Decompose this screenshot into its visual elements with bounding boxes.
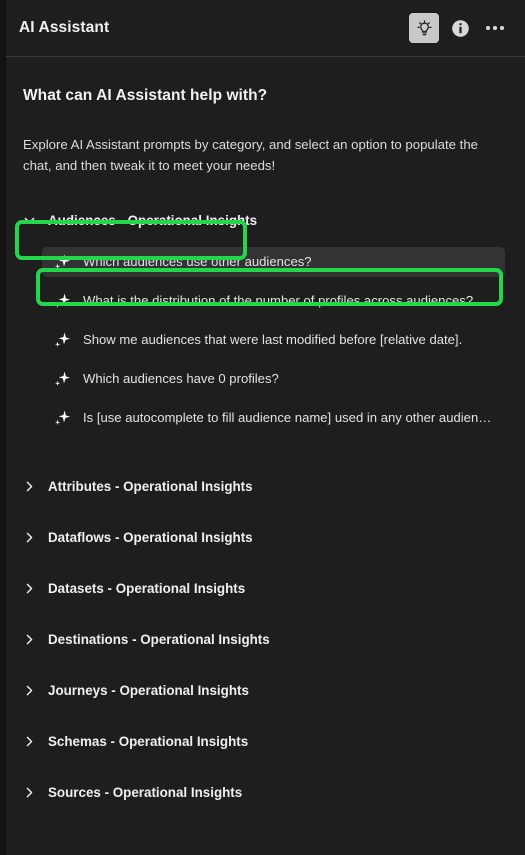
chevron-right-icon — [26, 532, 33, 543]
panel-body: What can AI Assistant help with? Explore… — [0, 57, 525, 855]
page-title: AI Assistant — [19, 19, 110, 36]
category-header-dataflows[interactable]: Dataflows - Operational Insights — [0, 518, 525, 558]
category-label: Journeys - Operational Insights — [48, 683, 249, 699]
more-options-button[interactable] — [481, 15, 509, 41]
category-label: Schemas - Operational Insights — [48, 734, 249, 750]
category-header-journeys[interactable]: Journeys - Operational Insights — [0, 671, 525, 711]
category-spacer — [0, 609, 525, 620]
sparkle-icon — [55, 371, 71, 387]
category-block: Destinations - Operational Insights — [0, 620, 525, 671]
panel-header: AI Assistant — [0, 0, 525, 57]
prompt-item[interactable]: Which audiences use other audiences? — [42, 246, 505, 277]
category-header-schemas[interactable]: Schemas - Operational Insights — [0, 722, 525, 762]
prompt-spacer — [0, 316, 525, 325]
prompt-text: Which audiences use other audiences? — [83, 254, 312, 270]
category-spacer — [0, 762, 525, 773]
category-block: Datasets - Operational Insights — [0, 569, 525, 620]
prompt-item[interactable]: Show me audiences that were last modifie… — [42, 325, 505, 355]
prompt-text: Show me audiences that were last modifie… — [83, 332, 463, 348]
chevron-right-icon — [26, 685, 33, 696]
category-header-attributes[interactable]: Attributes - Operational Insights — [0, 467, 525, 507]
more-options-icon — [486, 26, 504, 30]
ai-assistant-panel: AI Assistant What can AI Assistant help … — [0, 0, 525, 855]
sparkle-icon — [55, 410, 71, 426]
prompt-spacer — [0, 355, 525, 364]
category-block: Attributes - Operational Insights — [0, 467, 525, 518]
category-block: Journeys - Operational Insights — [0, 671, 525, 722]
category-list: Audiences - Operational Insights Which au… — [0, 201, 525, 824]
prompt-library-button[interactable] — [409, 13, 439, 43]
prompt-text: Is [use autocomplete to fill audience na… — [83, 410, 493, 426]
prompt-list: Which audiences use other audiences? What… — [0, 241, 525, 433]
lightbulb-icon — [416, 19, 432, 35]
chevron-right-icon — [26, 481, 33, 492]
left-edge-rail — [0, 0, 6, 855]
chevron-right-icon — [26, 787, 33, 798]
chevron-right-icon — [26, 736, 33, 747]
category-label: Audiences - Operational Insights — [48, 213, 258, 229]
sparkle-icon — [55, 254, 71, 270]
chevron-right-icon — [26, 583, 33, 594]
category-header-sources[interactable]: Sources - Operational Insights — [0, 773, 525, 813]
intro-section: What can AI Assistant help with? Explore… — [0, 57, 525, 177]
category-label: Dataflows - Operational Insights — [48, 530, 253, 546]
prompt-text: What is the distribution of the number o… — [83, 293, 474, 309]
sparkle-icon — [55, 293, 71, 309]
category-label: Sources - Operational Insights — [48, 785, 243, 801]
category-header-audiences[interactable]: Audiences - Operational Insights — [0, 201, 525, 241]
category-block: Dataflows - Operational Insights — [0, 518, 525, 569]
category-block: Sources - Operational Insights — [0, 773, 525, 824]
intro-description: Explore AI Assistant prompts by category… — [23, 137, 478, 174]
sparkle-icon — [55, 332, 71, 348]
prompt-spacer — [0, 277, 525, 286]
category-spacer — [0, 813, 525, 824]
category-spacer — [0, 660, 525, 671]
category-header-destinations[interactable]: Destinations - Operational Insights — [0, 620, 525, 660]
category-spacer — [0, 433, 525, 467]
info-icon — [451, 19, 469, 37]
category-label: Destinations - Operational Insights — [48, 632, 270, 648]
category-header-datasets[interactable]: Datasets - Operational Insights — [0, 569, 525, 609]
header-actions — [409, 13, 509, 43]
intro-heading: What can AI Assistant help with? — [23, 87, 268, 104]
category-block: Audiences - Operational Insights Which au… — [0, 201, 525, 467]
category-spacer — [0, 507, 525, 518]
category-block: Schemas - Operational Insights — [0, 722, 525, 773]
info-button[interactable] — [447, 15, 473, 41]
category-label: Attributes - Operational Insights — [48, 479, 253, 495]
prompt-text: Which audiences have 0 profiles? — [83, 371, 279, 387]
prompt-item[interactable]: What is the distribution of the number o… — [42, 286, 505, 316]
category-spacer — [0, 711, 525, 722]
prompt-item[interactable]: Which audiences have 0 profiles? — [42, 364, 505, 394]
chevron-right-icon — [26, 634, 33, 645]
prompt-spacer — [0, 394, 525, 403]
prompt-item[interactable]: Is [use autocomplete to fill audience na… — [42, 403, 505, 433]
category-label: Datasets - Operational Insights — [48, 581, 246, 597]
category-spacer — [0, 558, 525, 569]
chevron-down-icon — [24, 217, 35, 224]
